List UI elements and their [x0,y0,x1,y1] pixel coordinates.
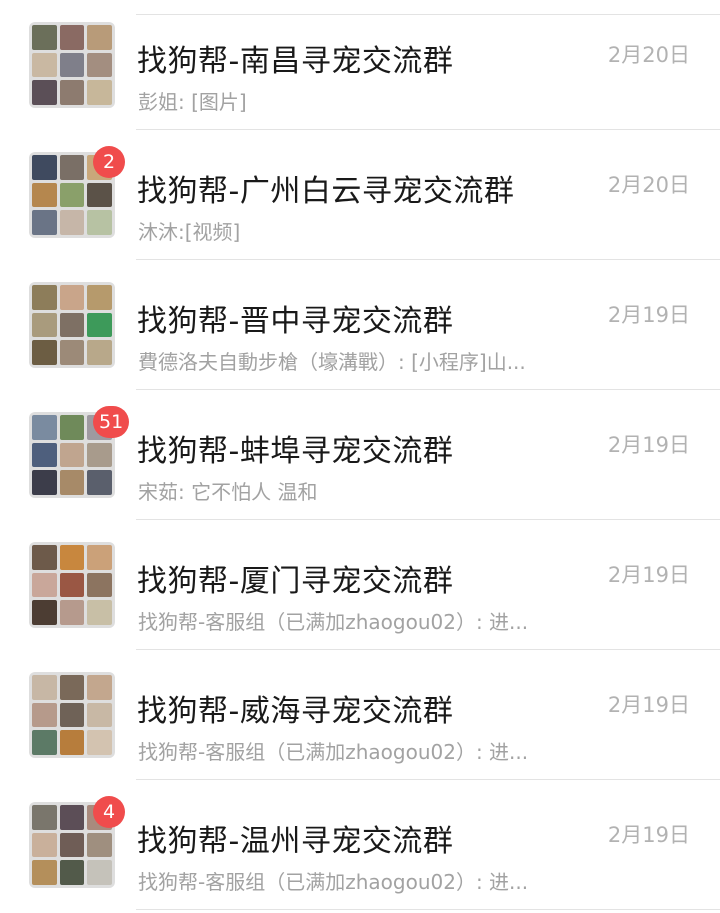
message-time: 2月19日 [607,433,690,457]
chat-title: 找狗帮-厦门寻宠交流群 [137,564,454,599]
member-avatar-tile [59,442,85,468]
last-message-preview: 找狗帮-客服组（已满加zhaogou02）: 进... [138,610,529,634]
member-avatar-tile [59,312,85,338]
member-avatar-tile [59,210,85,235]
message-time: 2月20日 [607,173,690,197]
member-avatar-tile [87,80,112,105]
member-avatar-tile [87,730,112,755]
chat-row[interactable]: 4 找狗帮-温州寻宠交流群找狗帮-客服组（已满加zhaogou02）: 进... 2… [0,780,720,910]
last-message-preview: 彭姐: [图片] [138,90,247,114]
member-avatar-tile [32,25,57,50]
group-avatar[interactable] [29,22,115,108]
member-avatar-tile [59,675,85,700]
member-avatar-tile [87,285,112,310]
chat-row[interactable]: 51 找狗帮-蚌埠寻宠交流群宋茹: 它不怕人 温和 2月19日 [0,390,720,520]
member-avatar-tile [59,52,85,78]
last-message-preview: 宋茹: 它不怕人 温和 [138,480,318,504]
chat-title: 找狗帮-温州寻宠交流群 [137,824,454,859]
member-avatar-tile [59,470,85,495]
member-avatar-tile [32,702,57,728]
member-avatar-tile [59,415,85,440]
member-avatar-tile [32,545,57,570]
member-avatar-tile [87,832,112,858]
chat-row[interactable]: 找狗帮-南昌寻宠交流群彭姐: [图片] 2月20日 [0,0,720,130]
unread-badge: 4 [93,796,125,828]
chat-row[interactable]: 2 找狗帮-广州白云寻宠交流群沐沐:[视频] 2月20日 [0,130,720,260]
group-avatar[interactable] [29,672,115,758]
member-avatar-tile [87,312,112,338]
member-avatar-tile [32,600,57,625]
member-avatar-tile [59,285,85,310]
chat-title: 找狗帮-南昌寻宠交流群 [137,44,454,79]
member-avatar-tile [87,600,112,625]
member-avatar-tile [59,600,85,625]
member-avatar-tile [32,730,57,755]
member-avatar-tile [32,470,57,495]
divider [136,909,720,910]
member-avatar-tile [87,442,112,468]
member-avatar-tile [32,805,57,830]
last-message-preview: 沐沐:[视频] [138,220,241,244]
chat-row[interactable]: 找狗帮-晋中寻宠交流群費德洛夫自動步槍（壕溝戰）: [小程序]山... 2月19日 [0,260,720,390]
member-avatar-tile [87,675,112,700]
last-message-preview: 找狗帮-客服组（已满加zhaogou02）: 进... [138,870,529,894]
member-avatar-tile [32,312,57,338]
chat-title: 找狗帮-晋中寻宠交流群 [137,304,454,339]
group-avatar[interactable] [29,282,115,368]
unread-badge: 2 [93,146,125,178]
member-avatar-tile [59,25,85,50]
member-avatar-tile [87,572,112,598]
chat-row[interactable]: 找狗帮-威海寻宠交流群找狗帮-客服组（已满加zhaogou02）: 进... 2月… [0,650,720,780]
member-avatar-tile [32,572,57,598]
member-avatar-tile [59,860,85,885]
member-avatar-tile [32,860,57,885]
chat-row[interactable]: 找狗帮-厦门寻宠交流群找狗帮-客服组（已满加zhaogou02）: 进... 2月… [0,520,720,650]
member-avatar-tile [87,210,112,235]
member-avatar-tile [87,470,112,495]
member-avatar-tile [32,285,57,310]
member-avatar-tile [59,182,85,208]
member-avatar-tile [87,702,112,728]
member-avatar-tile [59,545,85,570]
member-avatar-tile [59,80,85,105]
member-avatar-tile [32,210,57,235]
message-time: 2月19日 [607,693,690,717]
group-avatar[interactable] [29,542,115,628]
member-avatar-tile [59,832,85,858]
member-avatar-tile [32,415,57,440]
message-time: 2月20日 [607,43,690,67]
chat-list: 找狗帮-南昌寻宠交流群彭姐: [图片] 2月20日 2 找狗帮-广州白云寻宠交流群沐沐… [0,0,720,913]
member-avatar-tile [59,340,85,365]
member-avatar-tile [87,182,112,208]
chat-title: 找狗帮-广州白云寻宠交流群 [137,174,515,209]
member-avatar-tile [87,340,112,365]
member-avatar-tile [32,182,57,208]
last-message-preview: 費德洛夫自動步槍（壕溝戰）: [小程序]山... [138,350,526,374]
last-message-preview: 找狗帮-客服组（已满加zhaogou02）: 进... [138,740,529,764]
member-avatar-tile [32,52,57,78]
chat-title: 找狗帮-蚌埠寻宠交流群 [137,434,454,469]
member-avatar-tile [32,675,57,700]
member-avatar-tile [87,545,112,570]
member-avatar-tile [59,702,85,728]
member-avatar-tile [59,155,85,180]
member-avatar-tile [87,52,112,78]
member-avatar-tile [32,155,57,180]
message-time: 2月19日 [607,563,690,587]
message-time: 2月19日 [607,823,690,847]
member-avatar-tile [59,572,85,598]
member-avatar-tile [87,860,112,885]
member-avatar-tile [32,442,57,468]
member-avatar-tile [59,805,85,830]
member-avatar-tile [32,80,57,105]
member-avatar-tile [32,832,57,858]
unread-badge: 51 [93,406,130,438]
member-avatar-tile [87,25,112,50]
member-avatar-tile [59,730,85,755]
member-avatar-tile [32,340,57,365]
message-time: 2月19日 [607,303,690,327]
chat-title: 找狗帮-威海寻宠交流群 [137,694,454,729]
